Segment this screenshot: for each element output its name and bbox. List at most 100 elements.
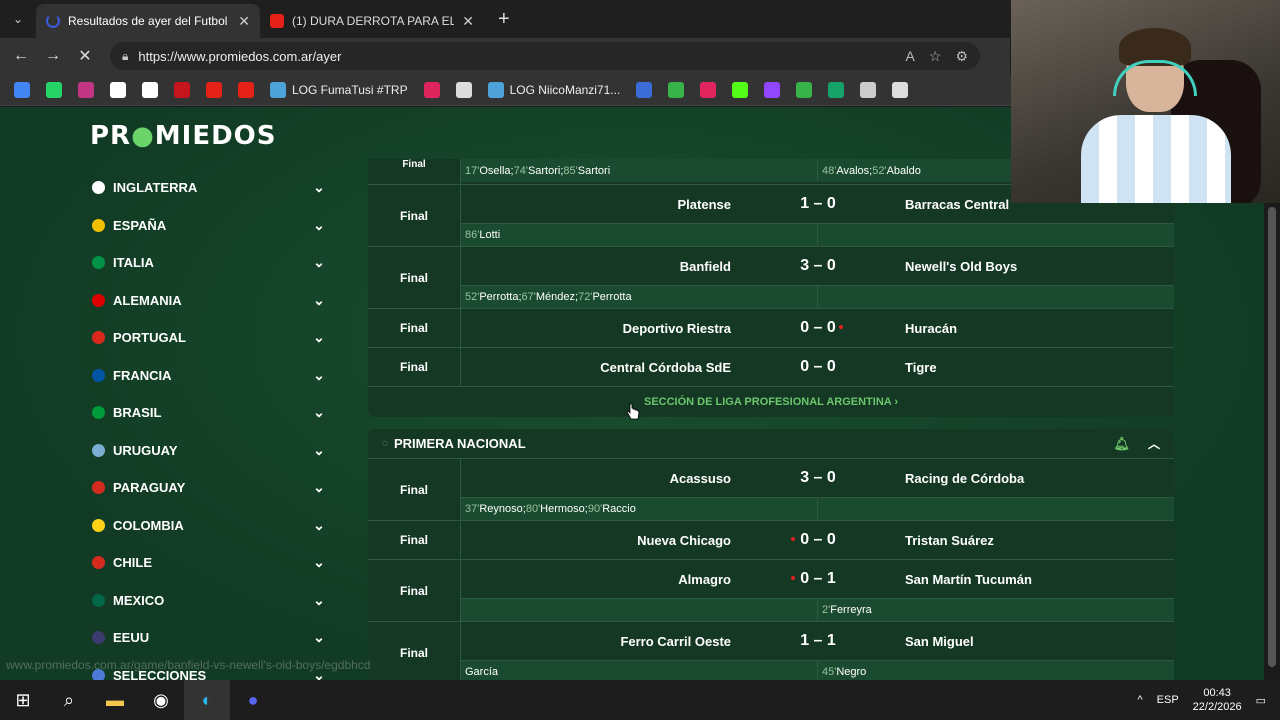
site-logo[interactable]: PR●MIEDOS bbox=[90, 121, 276, 151]
bookmark-10[interactable] bbox=[452, 78, 476, 102]
bookmark-16[interactable] bbox=[760, 78, 784, 102]
scrollbar-thumb[interactable] bbox=[1268, 207, 1276, 667]
chevron-down-icon[interactable]: ⌄ bbox=[304, 404, 334, 421]
bookmark-5[interactable] bbox=[170, 78, 194, 102]
match-row[interactable]: Final Deportivo Riestra 0 – 0 Huracán bbox=[368, 309, 1174, 348]
country-item[interactable]: MEXICO ⌄ bbox=[84, 582, 334, 620]
tab-youtube[interactable]: (1) DURA DERROTA PARA EL MERENGUE ✕ bbox=[260, 4, 484, 38]
bookmark-3[interactable] bbox=[106, 78, 130, 102]
chevron-down-icon[interactable]: ⌄ bbox=[304, 292, 334, 309]
away-team[interactable]: San Martín Tucumán bbox=[905, 572, 1174, 587]
match-row[interactable]: Final Banfield 3 – 0 Newell's Old Boys 52' Pe… bbox=[368, 247, 1174, 309]
search-icon[interactable]: ⌕ bbox=[46, 680, 92, 720]
country-item[interactable]: EEUU ⌄ bbox=[84, 619, 334, 657]
url-text[interactable]: https://www.promiedos.com.ar/ayer bbox=[138, 49, 895, 64]
bookmark-17[interactable] bbox=[792, 78, 816, 102]
country-item[interactable]: URUGUAY ⌄ bbox=[84, 432, 334, 470]
match-row[interactable]: Final Ferro Carril Oeste 1 – 1 San Miguel Ga… bbox=[368, 622, 1174, 680]
country-item[interactable]: ITALIA ⌄ bbox=[84, 244, 334, 282]
match-row[interactable]: Final Nueva Chicago 0 – 0 Tristan Suárez bbox=[368, 521, 1174, 560]
bookmark-4[interactable] bbox=[138, 78, 162, 102]
bookmark-1[interactable] bbox=[42, 78, 66, 102]
bookmark-15[interactable] bbox=[728, 78, 752, 102]
country-item[interactable]: CHILE ⌄ bbox=[84, 544, 334, 582]
chevron-down-icon[interactable]: ⌄ bbox=[304, 592, 334, 609]
lpf-section-link[interactable]: SECCIÓN DE LIGA PROFESIONAL ARGENTINA › bbox=[368, 387, 1174, 417]
clock[interactable]: 00:43 22/2/2026 bbox=[1193, 686, 1242, 714]
extensions-icon[interactable]: ⚙ bbox=[955, 48, 968, 65]
chevron-down-icon[interactable]: ⌄ bbox=[304, 442, 334, 459]
lock-icon[interactable]: 🔒︎ bbox=[122, 49, 128, 64]
tab-actions-menu[interactable]: ⌄ bbox=[0, 0, 36, 38]
chevron-down-icon[interactable]: ⌄ bbox=[304, 554, 334, 571]
country-item[interactable]: PORTUGAL ⌄ bbox=[84, 319, 334, 357]
country-item[interactable]: FRANCIA ⌄ bbox=[84, 357, 334, 395]
chevron-down-icon[interactable]: ⌄ bbox=[304, 517, 334, 534]
match-row[interactable]: Final Almagro 0 – 1 San Martín Tucumán 2' Fer… bbox=[368, 560, 1174, 622]
bookmark-13[interactable] bbox=[664, 78, 688, 102]
read-aloud-icon[interactable]: A bbox=[906, 48, 915, 65]
home-team[interactable]: Acassuso bbox=[461, 471, 731, 486]
notifications-icon[interactable]: ▭ bbox=[1256, 694, 1266, 707]
away-team[interactable]: Huracán bbox=[905, 321, 1174, 336]
windows-start-icon[interactable]: ⊞ bbox=[0, 680, 46, 720]
bookmark-2[interactable] bbox=[74, 78, 98, 102]
chevron-down-icon[interactable]: ⌄ bbox=[304, 329, 334, 346]
bookmark-12[interactable] bbox=[632, 78, 656, 102]
home-team[interactable]: Ferro Carril Oeste bbox=[461, 634, 731, 649]
chevron-down-icon[interactable]: ⌄ bbox=[304, 367, 334, 384]
match-row[interactable]: Final Acassuso 3 – 0 Racing de Córdoba 37' Re… bbox=[368, 459, 1174, 521]
back-icon[interactable]: ← bbox=[8, 43, 34, 69]
country-item[interactable]: INGLATERRA ⌄ bbox=[84, 169, 334, 207]
country-item[interactable]: BRASIL ⌄ bbox=[84, 394, 334, 432]
chevron-down-icon[interactable]: ⌄ bbox=[304, 179, 334, 196]
bookmark-18[interactable] bbox=[824, 78, 848, 102]
country-item[interactable]: ALEMANIA ⌄ bbox=[84, 282, 334, 320]
home-team[interactable]: Deportivo Riestra bbox=[461, 321, 731, 336]
bookmark-9[interactable] bbox=[420, 78, 444, 102]
discord-icon[interactable]: ● bbox=[230, 680, 276, 720]
address-bar[interactable]: 🔒︎ https://www.promiedos.com.ar/ayer A ☆… bbox=[110, 42, 980, 70]
bookmark-8[interactable]: LOG FumaTusi #TRP bbox=[266, 78, 412, 102]
bookmark-0[interactable] bbox=[10, 78, 34, 102]
home-team[interactable]: Nueva Chicago bbox=[461, 533, 731, 548]
chevron-up-icon[interactable]: ︿ bbox=[1148, 435, 1160, 452]
close-tab-icon[interactable]: ✕ bbox=[462, 13, 474, 30]
away-team[interactable]: Tigre bbox=[905, 360, 1174, 375]
match-row[interactable]: Final Central Córdoba SdE 0 – 0 Tigre bbox=[368, 348, 1174, 387]
away-team[interactable]: Newell's Old Boys bbox=[905, 259, 1174, 274]
forward-icon[interactable]: → bbox=[40, 43, 66, 69]
tab-resultados[interactable]: Resultados de ayer del Futbol Argentino … bbox=[36, 4, 260, 38]
bookmark-7[interactable] bbox=[234, 78, 258, 102]
edge-browser-icon[interactable]: ◐ bbox=[184, 680, 230, 720]
country-item[interactable]: PARAGUAY ⌄ bbox=[84, 469, 334, 507]
bell-icon[interactable]: 🔔︎ bbox=[1113, 436, 1130, 452]
bookmark-20[interactable] bbox=[888, 78, 912, 102]
home-team[interactable]: Almagro bbox=[461, 572, 731, 587]
chevron-down-icon[interactable]: ⌄ bbox=[304, 254, 334, 271]
stop-loading-icon[interactable]: ✕ bbox=[72, 43, 98, 69]
chevron-down-icon[interactable]: ⌄ bbox=[304, 217, 334, 234]
home-team[interactable]: Banfield bbox=[461, 259, 731, 274]
away-team[interactable]: Tristan Suárez bbox=[905, 533, 1174, 548]
obs-icon[interactable]: ◉ bbox=[138, 680, 184, 720]
country-item[interactable]: COLOMBIA ⌄ bbox=[84, 507, 334, 545]
favorite-star-icon[interactable]: ☆ bbox=[929, 48, 942, 65]
bookmark-11[interactable]: LOG NiicoManzi71... bbox=[484, 78, 625, 102]
away-team[interactable]: San Miguel bbox=[905, 634, 1174, 649]
chevron-down-icon[interactable]: ⌄ bbox=[304, 629, 334, 646]
file-explorer-icon[interactable]: ▬ bbox=[92, 680, 138, 720]
show-hidden-icons-icon[interactable]: ^ bbox=[1137, 694, 1142, 706]
language-indicator[interactable]: ESP bbox=[1157, 694, 1179, 706]
bookmark-19[interactable] bbox=[856, 78, 880, 102]
country-item[interactable]: ESPAÑA ⌄ bbox=[84, 207, 334, 245]
chevron-down-icon[interactable]: ⌄ bbox=[304, 479, 334, 496]
away-team[interactable]: Racing de Córdoba bbox=[905, 471, 1174, 486]
new-tab-icon[interactable]: + bbox=[498, 8, 510, 31]
bookmark-14[interactable] bbox=[696, 78, 720, 102]
league-header-primera-nacional[interactable]: ◌ PRIMERA NACIONAL 🔔︎ ︿ bbox=[368, 429, 1174, 459]
home-team[interactable]: Central Córdoba SdE bbox=[461, 360, 731, 375]
bookmark-6[interactable] bbox=[202, 78, 226, 102]
home-team[interactable]: Platense bbox=[461, 197, 731, 212]
close-tab-icon[interactable]: ✕ bbox=[238, 13, 250, 30]
